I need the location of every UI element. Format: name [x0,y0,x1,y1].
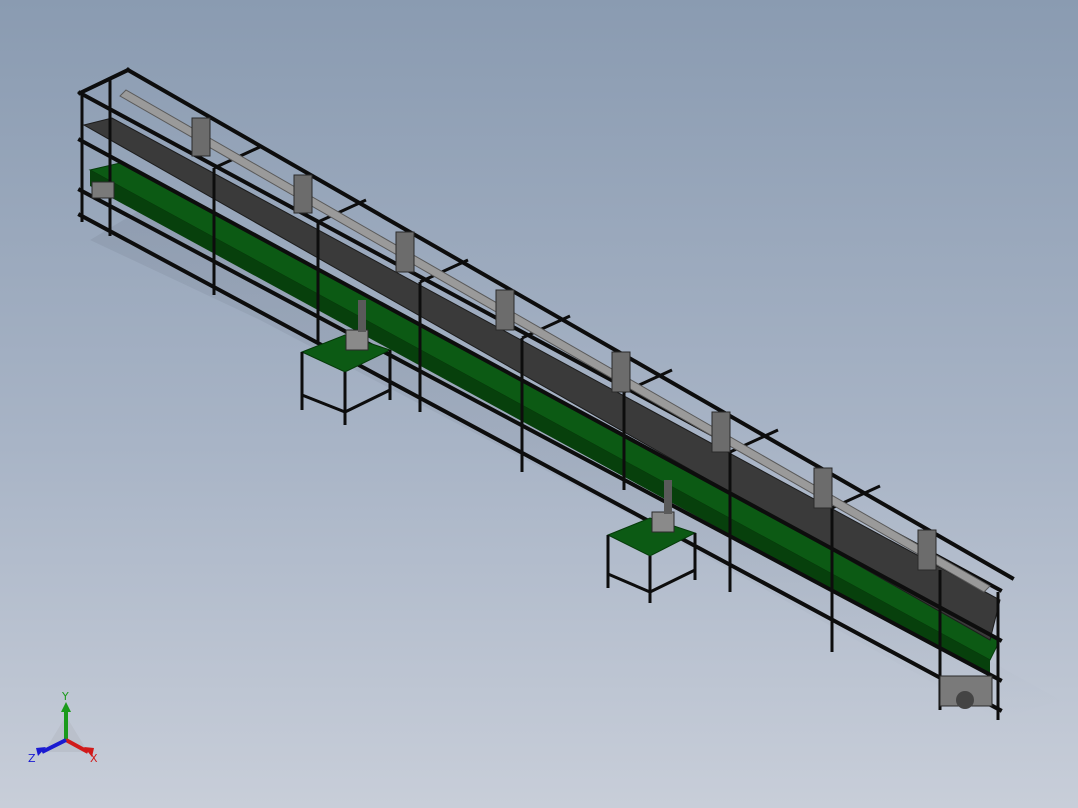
assembly-line-model[interactable] [0,0,1078,808]
y-axis-label: Y [61,690,69,703]
x-axis-label: X [90,752,98,765]
axis-triad: Y X Z [28,690,98,765]
drive-motor-right [939,675,993,709]
ground-shadow [90,210,1060,720]
y-axis-arrow [61,702,71,712]
drive-motor-left [91,181,115,199]
z-axis-label: Z [28,752,36,765]
cad-viewport[interactable]: Y X Z [0,0,1078,808]
conveyor-belt-lower[interactable] [88,162,1001,661]
upper-shelf[interactable] [82,117,1001,641]
conveyor-belt-side [90,170,990,676]
overhead-beam [119,89,991,593]
